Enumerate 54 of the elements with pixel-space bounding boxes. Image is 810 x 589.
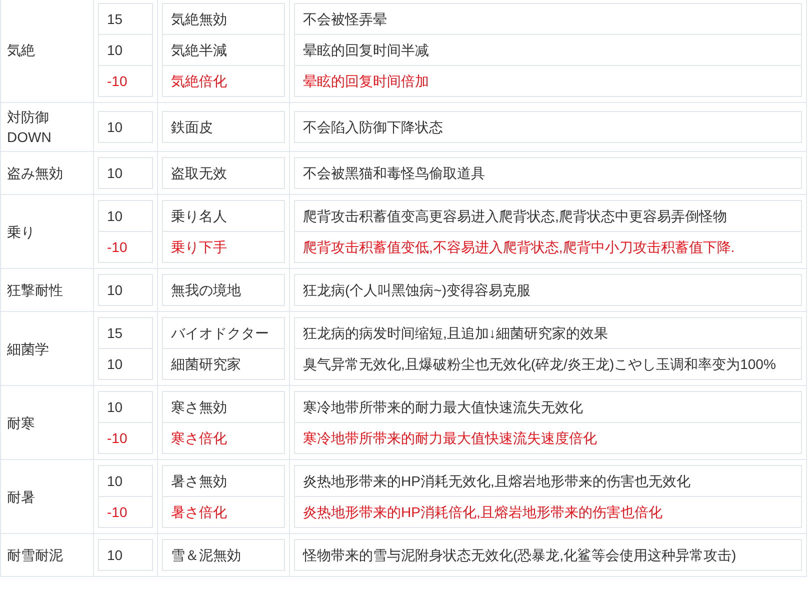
points-cell-text: 10 [106, 472, 124, 491]
skill-name: 細菌学 [7, 340, 49, 358]
effect-cell-text: 爬背攻击积蓄值变高更容易进入爬背状态,爬背状态中更容易弄倒怪物 [302, 207, 728, 226]
points-cell: -10 [99, 496, 152, 527]
skill-level-cell-text: 寒さ無効 [170, 398, 228, 417]
points-cell: 10 [99, 348, 152, 379]
effect-cell-text: 不会陷入防御下降状态 [302, 118, 444, 137]
skill-level-cell-text: 暑さ無効 [170, 472, 228, 491]
points-cell-text: 10 [106, 281, 124, 300]
skill-level-cell-text: 乗り名人 [170, 207, 228, 226]
points-cell-text: 10 [106, 207, 124, 226]
points-cell: -10 [99, 231, 152, 262]
skill-name: 耐寒 [7, 414, 35, 432]
points-cell-text: 10 [106, 546, 124, 565]
points-cell: 10 [99, 34, 152, 65]
points-cell: -10 [99, 65, 152, 96]
effect-cell: 晕眩的回复时间倍加 [295, 65, 801, 96]
skill-name: 盗み無効 [7, 164, 63, 183]
points-cell-text: 10 [106, 118, 124, 137]
skill-name: 乗り [7, 222, 35, 242]
skill-level-cell: 気絶半減 [163, 34, 284, 65]
skill-name: 対防御 DOWN [7, 108, 52, 147]
skill-level-cell-text: 雪＆泥無効 [170, 546, 242, 565]
points-cell: -10 [99, 422, 152, 453]
effect-cell: 炎热地形带来的HP消耗倍化,且熔岩地形带来的伤害也倍化 [295, 496, 801, 527]
effect-cell: 晕眩的回复时间半减 [295, 34, 801, 65]
skill-name: 気絶 [7, 41, 35, 60]
effect-cell: 臭气异常无效化,且爆破粉尘也无效化(碎龙/炎王龙)こやし玉调和率变为100% [295, 348, 801, 379]
points-cell-text: 10 [106, 164, 124, 183]
effect-cell-text: 狂龙病的病发时间缩短,且追加↓細菌研究家的效果 [302, 324, 609, 343]
effect-cell-text: 不会被黑猫和毒怪鸟偷取道具 [302, 164, 486, 183]
skill-level-cell-text: 無我の境地 [170, 281, 242, 300]
skill-level-cell-text: 鉄面皮 [170, 118, 214, 137]
effect-cell-text: 寒冷地带所带来的耐力最大值快速流失无效化 [302, 398, 584, 417]
skill-level-cell: 寒さ倍化 [163, 422, 284, 453]
effect-cell-text: 狂龙病(个人叫黑蚀病~)变得容易克服 [302, 281, 532, 300]
points-cell-text: 10 [106, 398, 124, 417]
skill-level-cell: 乗り下手 [163, 231, 284, 262]
skill-name: 耐暑 [7, 488, 35, 506]
skill-name: 耐雪耐泥 [7, 546, 63, 565]
effect-cell-text: 炎热地形带来的HP消耗无效化,且熔岩地形带来的伤害也无效化 [302, 472, 692, 491]
skill-level-cell-text: 気絶無効 [170, 10, 228, 29]
skill-level-cell-text: バイオドクター [170, 324, 270, 343]
skill-level-cell: 細菌研究家 [163, 348, 284, 379]
effect-cell: 寒冷地带所带来的耐力最大值快速流失速度倍化 [295, 422, 801, 453]
skill-level-cell: 暑さ倍化 [163, 496, 284, 527]
effect-cell: 爬背攻击积蓄值变低,不容易进入爬背状态,爬背中小刀攻击积蓄值下降. [295, 231, 801, 262]
effect-cell-text: 怪物带来的雪与泥附身状态无效化(恐暴龙,化鲨等会使用这种异常攻击) [302, 546, 738, 565]
skill-level-cell: 気絶倍化 [163, 65, 284, 96]
points-cell-text: 15 [106, 10, 124, 29]
skill-level-cell-text: 盗取无效 [170, 164, 228, 183]
skill-name: 狂撃耐性 [7, 281, 63, 300]
effect-cell-text: 不会被怪弄晕 [302, 10, 388, 29]
points-cell-text: 15 [106, 324, 124, 343]
